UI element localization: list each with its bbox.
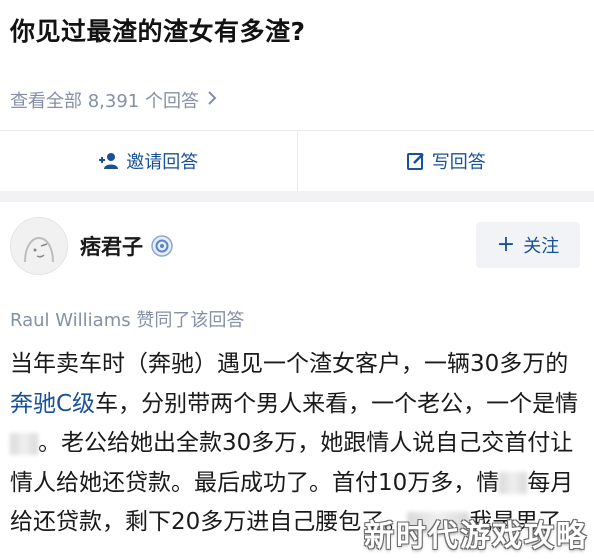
view-all-answers-link[interactable]: 查看全部 8,391 个回答 [10,87,217,113]
write-answer-button[interactable]: 写回答 [298,131,594,191]
invite-answer-label: 邀请回答 [126,152,199,173]
question-title: 你见过最渣的渣女有多渣? [10,17,306,46]
follow-label: 关注 [523,236,560,257]
write-answer-label: 写回答 [431,152,486,173]
avatar-icon[interactable] [10,217,68,275]
blurred-text [499,472,528,494]
verified-badge-icon [151,235,173,257]
site-watermark: 新时代游戏攻略 [364,519,588,554]
view-all-label: 查看全部 8,391 个回答 [10,91,199,112]
blurred-text [10,432,38,455]
section-divider [0,191,594,202]
question-action-bar: 邀请回答 写回答 [0,130,594,191]
answer-text-2: 车，分别带两个男人来看，一个老公，一个是情 [95,390,579,417]
follow-button[interactable]: + 关注 [476,222,580,268]
answer-text-1: 当年卖车时（奔驰）遇见一个渣女客户，一辆30多万的 [10,351,569,377]
edit-icon [406,151,426,171]
invite-answer-button[interactable]: 邀请回答 [0,131,297,191]
chevron-right-icon [207,90,217,111]
invite-user-icon [98,152,120,170]
upvote-notice: Raul Williams 赞同了该回答 [10,310,245,331]
author-name[interactable]: 痞君子 [80,231,143,261]
plus-icon: + [496,232,516,257]
author-row: 痞君子 + 关注 [10,217,584,275]
answer-text-3: 。老公给她出全款30多万，她跟情人说自己交首付让情人给她还贷款。最后成功了。首付… [10,430,574,496]
car-model-link[interactable]: 奔驰C级 [10,391,95,417]
